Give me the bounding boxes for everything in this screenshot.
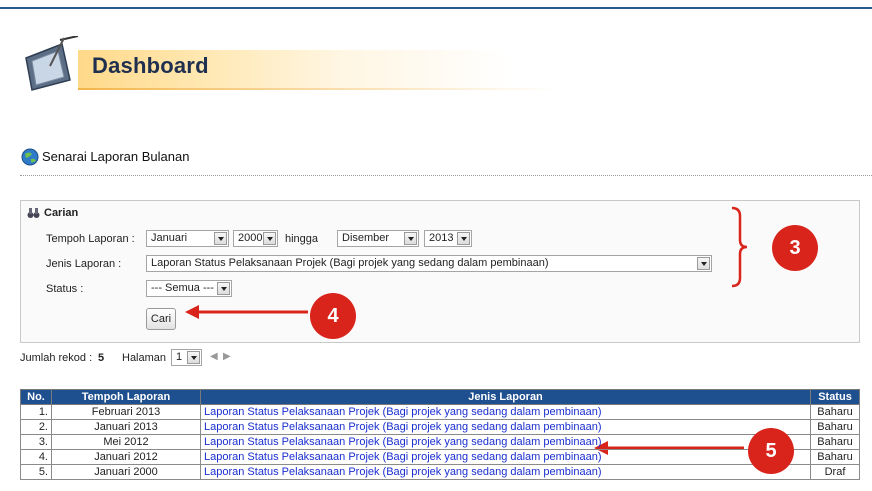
col-tempoh: Tempoh Laporan [51,389,201,405]
section-title: Senarai Laporan Bulanan [42,149,190,164]
row-jenis-link[interactable]: Laporan Status Pelaksanaan Projek (Bagi … [200,449,811,465]
page-select[interactable]: 1 [171,349,202,366]
chevron-down-icon [217,282,230,295]
status-label: Status : [46,283,84,295]
jenis-laporan-select[interactable]: Laporan Status Pelaksanaan Projek (Bagi … [146,255,712,272]
row-tempoh: Januari 2013 [51,419,201,435]
annotation-badge-5: 5 [748,428,794,474]
table-row: 1. Februari 2013 Laporan Status Pelaksan… [20,404,860,420]
table-row: 5. Januari 2000 Laporan Status Pelaksana… [20,464,860,480]
col-jenis: Jenis Laporan [200,389,811,405]
row-tempoh: Februari 2013 [51,404,201,420]
table-row: 4. Januari 2012 Laporan Status Pelaksana… [20,449,860,465]
arrow-annotation-4 [185,305,308,319]
chevron-down-icon [457,232,470,245]
annotation-badge-4: 4 [310,293,356,339]
row-no: 5. [20,464,52,480]
report-table: No. Tempoh Laporan Jenis Laporan Status … [20,389,860,480]
row-no: 2. [20,419,52,435]
chevron-down-icon [404,232,417,245]
to-year-select[interactable]: 2013 [424,230,472,247]
search-panel-header: Carian [27,207,78,219]
col-no: No. [20,389,52,405]
search-panel-title: Carian [44,207,79,219]
to-month-value: Disember [342,232,390,244]
row-jenis-link[interactable]: Laporan Status Pelaksanaan Projek (Bagi … [200,404,811,420]
tempoh-label: Tempoh Laporan : [46,233,135,245]
jenis-laporan-value: Laporan Status Pelaksanaan Projek (Bagi … [151,257,549,269]
from-month-select[interactable]: Januari [146,230,229,247]
next-page-icon[interactable]: ▶ [223,351,231,362]
record-count-value: 5 [98,352,105,364]
chevron-down-icon [214,232,227,245]
status-select[interactable]: --- Semua --- [146,280,232,297]
to-year-value: 2013 [429,232,454,244]
page-value: 1 [176,351,183,363]
globe-icon [21,148,39,166]
page-title: Dashboard [92,53,209,78]
row-tempoh: Mei 2012 [51,434,201,450]
row-no: 3. [20,434,52,450]
row-jenis-link[interactable]: Laporan Status Pelaksanaan Projek (Bagi … [200,464,811,480]
page-label: Halaman [122,352,167,364]
annotation-badge-3: 3 [772,225,818,271]
hingga-label: hingga [285,233,319,245]
row-no: 1. [20,404,52,420]
from-month-value: Januari [151,232,188,244]
row-status: Draf [810,464,860,480]
row-status: Baharu [810,404,860,420]
status-value: --- Semua --- [151,282,214,294]
table-header-row: No. Tempoh Laporan Jenis Laporan Status [20,389,860,405]
row-jenis-link[interactable]: Laporan Status Pelaksanaan Projek (Bagi … [200,434,811,450]
record-count-label: Jumlah rekod : [20,352,93,364]
col-status: Status [810,389,860,405]
from-year-value: 2000 [238,232,263,244]
brace-annotation [731,206,748,288]
row-tempoh: Januari 2012 [51,449,201,465]
from-year-select[interactable]: 2000 [233,230,278,247]
chevron-down-icon [187,351,200,364]
row-status: Baharu [810,419,860,435]
top-rule [0,7,872,9]
binoculars-icon [27,208,40,218]
chevron-down-icon [263,232,276,245]
chevron-down-icon [697,257,710,270]
row-jenis-link[interactable]: Laporan Status Pelaksanaan Projek (Bagi … [200,419,811,435]
row-status: Baharu [810,434,860,450]
prev-page-icon[interactable]: ◀ [210,351,218,362]
cari-button[interactable]: Cari [146,308,176,330]
table-row: 2. Januari 2013 Laporan Status Pelaksana… [20,419,860,435]
table-row: 3. Mei 2012 Laporan Status Pelaksanaan P… [20,434,860,450]
row-tempoh: Januari 2000 [51,464,201,480]
section-divider [20,175,872,176]
to-month-select[interactable]: Disember [337,230,419,247]
row-status: Baharu [810,449,860,465]
pda-icon [25,36,79,91]
row-no: 4. [20,449,52,465]
jenis-label: Jenis Laporan : [46,258,122,270]
